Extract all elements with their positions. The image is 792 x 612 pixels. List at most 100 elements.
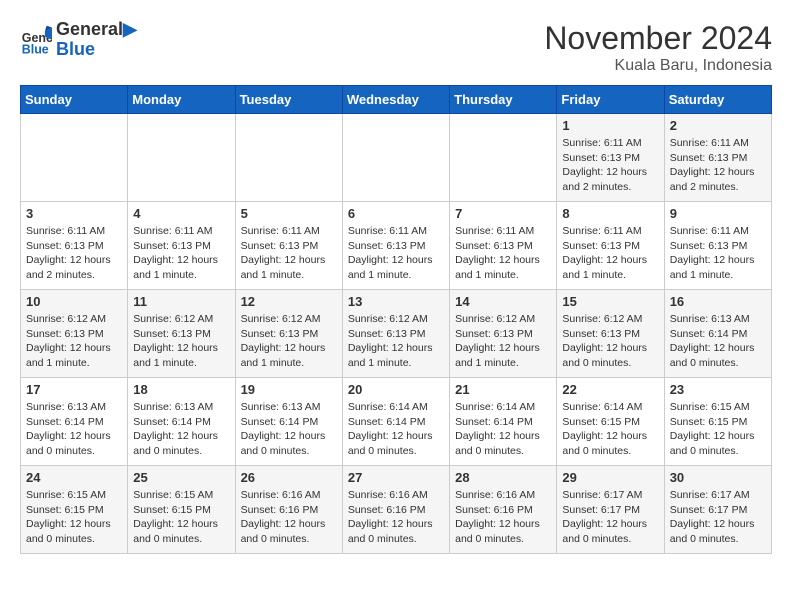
day-number: 29 (562, 470, 658, 485)
day-number: 25 (133, 470, 229, 485)
header-row: SundayMondayTuesdayWednesdayThursdayFrid… (21, 86, 772, 114)
day-number: 15 (562, 294, 658, 309)
day-cell: 21 Sunrise: 6:14 AM Sunset: 6:14 PM Dayli… (450, 378, 557, 466)
day-number: 26 (241, 470, 337, 485)
day-info: Sunrise: 6:14 AM Sunset: 6:15 PM Dayligh… (562, 400, 658, 459)
day-number: 7 (455, 206, 551, 221)
day-number: 19 (241, 382, 337, 397)
title-block: November 2024 Kuala Baru, Indonesia (544, 20, 772, 75)
day-number: 22 (562, 382, 658, 397)
day-info: Sunrise: 6:11 AM Sunset: 6:13 PM Dayligh… (562, 136, 658, 195)
day-info: Sunrise: 6:12 AM Sunset: 6:13 PM Dayligh… (26, 312, 122, 371)
day-number: 16 (670, 294, 766, 309)
day-number: 10 (26, 294, 122, 309)
day-cell: 23 Sunrise: 6:15 AM Sunset: 6:15 PM Dayli… (664, 378, 771, 466)
day-info: Sunrise: 6:12 AM Sunset: 6:13 PM Dayligh… (562, 312, 658, 371)
day-cell: 4 Sunrise: 6:11 AM Sunset: 6:13 PM Daylig… (128, 202, 235, 290)
day-number: 4 (133, 206, 229, 221)
day-number: 21 (455, 382, 551, 397)
day-info: Sunrise: 6:13 AM Sunset: 6:14 PM Dayligh… (670, 312, 766, 371)
day-number: 9 (670, 206, 766, 221)
header-day-saturday: Saturday (664, 86, 771, 114)
day-cell: 7 Sunrise: 6:11 AM Sunset: 6:13 PM Daylig… (450, 202, 557, 290)
week-row-4: 17Sunrise: 6:13 AM Sunset: 6:14 PM Dayli… (21, 378, 772, 466)
day-cell: 14Sunrise: 6:12 AM Sunset: 6:13 PM Dayli… (450, 290, 557, 378)
header-day-tuesday: Tuesday (235, 86, 342, 114)
day-info: Sunrise: 6:13 AM Sunset: 6:14 PM Dayligh… (26, 400, 122, 459)
header-day-friday: Friday (557, 86, 664, 114)
day-cell: 16 Sunrise: 6:13 AM Sunset: 6:14 PM Dayli… (664, 290, 771, 378)
day-cell: 28 Sunrise: 6:16 AM Sunset: 6:16 PM Dayli… (450, 466, 557, 554)
header-day-thursday: Thursday (450, 86, 557, 114)
day-cell: 8Sunrise: 6:11 AM Sunset: 6:13 PM Daylig… (557, 202, 664, 290)
day-info: Sunrise: 6:12 AM Sunset: 6:13 PM Dayligh… (348, 312, 444, 371)
logo: General Blue General▶ Blue (20, 20, 137, 60)
day-cell (342, 114, 449, 202)
day-info: Sunrise: 6:15 AM Sunset: 6:15 PM Dayligh… (670, 400, 766, 459)
calendar-header: SundayMondayTuesdayWednesdayThursdayFrid… (21, 86, 772, 114)
day-number: 27 (348, 470, 444, 485)
day-cell: 17Sunrise: 6:13 AM Sunset: 6:14 PM Dayli… (21, 378, 128, 466)
location: Kuala Baru, Indonesia (544, 57, 772, 75)
day-cell: 10 Sunrise: 6:12 AM Sunset: 6:13 PM Dayli… (21, 290, 128, 378)
day-number: 5 (241, 206, 337, 221)
day-info: Sunrise: 6:16 AM Sunset: 6:16 PM Dayligh… (455, 488, 551, 547)
day-number: 6 (348, 206, 444, 221)
day-info: Sunrise: 6:14 AM Sunset: 6:14 PM Dayligh… (348, 400, 444, 459)
day-cell: 18Sunrise: 6:13 AM Sunset: 6:14 PM Dayli… (128, 378, 235, 466)
month-title: November 2024 (544, 20, 772, 57)
day-cell (21, 114, 128, 202)
calendar-body: 1 Sunrise: 6:11 AM Sunset: 6:13 PM Daylig… (21, 114, 772, 554)
day-info: Sunrise: 6:11 AM Sunset: 6:13 PM Dayligh… (241, 224, 337, 283)
header-day-wednesday: Wednesday (342, 86, 449, 114)
day-number: 12 (241, 294, 337, 309)
day-info: Sunrise: 6:11 AM Sunset: 6:13 PM Dayligh… (455, 224, 551, 283)
day-number: 8 (562, 206, 658, 221)
day-info: Sunrise: 6:12 AM Sunset: 6:13 PM Dayligh… (241, 312, 337, 371)
day-number: 23 (670, 382, 766, 397)
day-number: 20 (348, 382, 444, 397)
day-cell: 12 Sunrise: 6:12 AM Sunset: 6:13 PM Dayli… (235, 290, 342, 378)
logo-icon: General Blue (20, 24, 52, 56)
day-info: Sunrise: 6:11 AM Sunset: 6:13 PM Dayligh… (348, 224, 444, 283)
day-cell: 15 Sunrise: 6:12 AM Sunset: 6:13 PM Dayli… (557, 290, 664, 378)
week-row-3: 10 Sunrise: 6:12 AM Sunset: 6:13 PM Dayli… (21, 290, 772, 378)
week-row-1: 1 Sunrise: 6:11 AM Sunset: 6:13 PM Daylig… (21, 114, 772, 202)
day-cell: 2Sunrise: 6:11 AM Sunset: 6:13 PM Daylig… (664, 114, 771, 202)
day-cell: 1 Sunrise: 6:11 AM Sunset: 6:13 PM Daylig… (557, 114, 664, 202)
day-info: Sunrise: 6:15 AM Sunset: 6:15 PM Dayligh… (26, 488, 122, 547)
day-cell: 6 Sunrise: 6:11 AM Sunset: 6:13 PM Daylig… (342, 202, 449, 290)
day-cell: 24 Sunrise: 6:15 AM Sunset: 6:15 PM Dayli… (21, 466, 128, 554)
day-cell: 19 Sunrise: 6:13 AM Sunset: 6:14 PM Dayli… (235, 378, 342, 466)
day-info: Sunrise: 6:14 AM Sunset: 6:14 PM Dayligh… (455, 400, 551, 459)
day-cell: 9Sunrise: 6:11 AM Sunset: 6:13 PM Daylig… (664, 202, 771, 290)
day-cell: 26 Sunrise: 6:16 AM Sunset: 6:16 PM Dayli… (235, 466, 342, 554)
day-info: Sunrise: 6:16 AM Sunset: 6:16 PM Dayligh… (241, 488, 337, 547)
day-number: 1 (562, 118, 658, 133)
day-number: 24 (26, 470, 122, 485)
day-cell (450, 114, 557, 202)
week-row-2: 3 Sunrise: 6:11 AM Sunset: 6:13 PM Daylig… (21, 202, 772, 290)
day-info: Sunrise: 6:12 AM Sunset: 6:13 PM Dayligh… (133, 312, 229, 371)
logo-text: General▶ Blue (56, 20, 137, 60)
day-info: Sunrise: 6:15 AM Sunset: 6:15 PM Dayligh… (133, 488, 229, 547)
day-number: 28 (455, 470, 551, 485)
day-cell: 29 Sunrise: 6:17 AM Sunset: 6:17 PM Dayli… (557, 466, 664, 554)
page-header: General Blue General▶ Blue November 2024… (20, 20, 772, 75)
day-cell: 5 Sunrise: 6:11 AM Sunset: 6:13 PM Daylig… (235, 202, 342, 290)
day-number: 14 (455, 294, 551, 309)
day-info: Sunrise: 6:11 AM Sunset: 6:13 PM Dayligh… (26, 224, 122, 283)
day-cell: 27 Sunrise: 6:16 AM Sunset: 6:16 PM Dayli… (342, 466, 449, 554)
day-info: Sunrise: 6:13 AM Sunset: 6:14 PM Dayligh… (241, 400, 337, 459)
day-cell: 11Sunrise: 6:12 AM Sunset: 6:13 PM Dayli… (128, 290, 235, 378)
day-number: 3 (26, 206, 122, 221)
calendar-table: SundayMondayTuesdayWednesdayThursdayFrid… (20, 85, 772, 554)
day-info: Sunrise: 6:13 AM Sunset: 6:14 PM Dayligh… (133, 400, 229, 459)
day-info: Sunrise: 6:16 AM Sunset: 6:16 PM Dayligh… (348, 488, 444, 547)
day-info: Sunrise: 6:17 AM Sunset: 6:17 PM Dayligh… (562, 488, 658, 547)
day-number: 2 (670, 118, 766, 133)
day-number: 30 (670, 470, 766, 485)
day-info: Sunrise: 6:17 AM Sunset: 6:17 PM Dayligh… (670, 488, 766, 547)
day-cell: 30 Sunrise: 6:17 AM Sunset: 6:17 PM Dayli… (664, 466, 771, 554)
day-info: Sunrise: 6:11 AM Sunset: 6:13 PM Dayligh… (133, 224, 229, 283)
